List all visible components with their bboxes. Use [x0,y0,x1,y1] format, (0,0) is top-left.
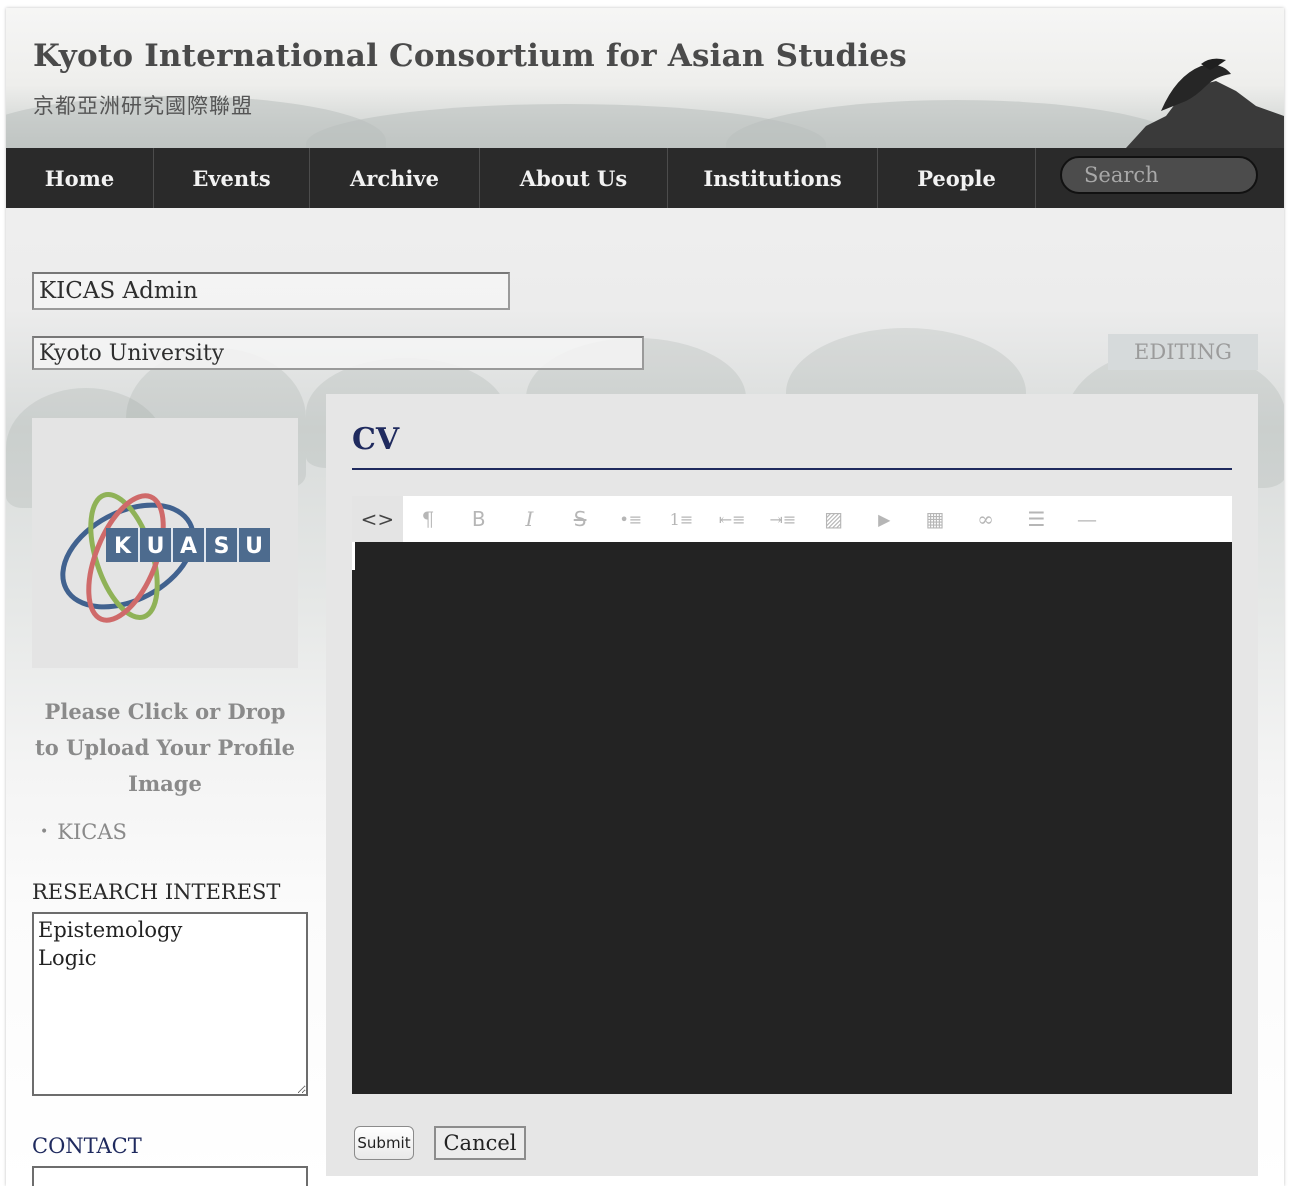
logo-letter: A [180,534,197,559]
paragraph-icon: ¶ [421,507,435,531]
strikethrough-button[interactable]: S [555,496,606,542]
institution-field[interactable] [32,336,644,370]
site-header: Kyoto International Consortium for Asian… [6,8,1284,148]
horizontal-rule-button[interactable]: — [1062,496,1113,542]
main-nav: Home Events Archive About Us Institution… [6,148,1284,208]
bold-button[interactable]: B [453,496,504,542]
italic-icon: I [525,507,534,531]
table-icon: ▦ [925,507,945,531]
nav-home[interactable]: Home [6,148,154,208]
pine-tree-rock-illustration [1126,58,1284,148]
insert-video-button[interactable]: ▶ [859,496,910,542]
research-interest-textarea[interactable]: Epistemology Logic [32,912,308,1096]
site-subtitle: 京都亞洲研究國際聯盟 [33,94,253,118]
logo-letter: U [147,534,165,559]
editor-toolbar: <> ¶ B I S •≡ 1≡ ⇤≡ ⇥≡ ▨ ▶ ▦ ∞ ☰ — [352,496,1232,542]
bulleted-list-icon: •≡ [619,509,643,529]
numbered-list-icon: 1≡ [669,509,694,529]
nav-people[interactable]: People [878,148,1036,208]
nav-events[interactable]: Events [154,148,310,208]
research-interest-label: RESEARCH INTEREST [32,880,281,904]
code-view-icon: <> [360,507,395,531]
insert-table-button[interactable]: ▦ [910,496,961,542]
nav-archive[interactable]: Archive [310,148,480,208]
affiliation-label: KICAS [57,820,127,844]
numbered-list-button[interactable]: 1≡ [656,496,707,542]
name-field[interactable] [32,272,510,310]
code-view-button[interactable]: <> [352,496,403,542]
page: Kyoto International Consortium for Asian… [6,8,1284,1186]
submit-button[interactable]: Submit [354,1126,414,1160]
search-input[interactable] [1060,156,1258,194]
video-icon: ▶ [878,509,891,529]
logo-letter: K [114,534,132,559]
contact-textarea[interactable] [32,1166,308,1186]
insert-link-button[interactable]: ∞ [960,496,1011,542]
italic-button[interactable]: I [504,496,555,542]
cv-divider [352,468,1232,470]
nav-about-us[interactable]: About Us [480,148,668,208]
nav-institutions[interactable]: Institutions [668,148,878,208]
insert-image-button[interactable]: ▨ [808,496,859,542]
strikethrough-icon: S [573,507,587,531]
link-icon: ∞ [977,507,994,531]
logo-letter: S [214,534,230,559]
bullet-icon: • [40,824,49,840]
kuasu-logo: K U A S U [60,492,270,623]
align-button[interactable]: ☰ [1011,496,1062,542]
bold-icon: B [471,507,486,531]
indent-icon: ⇥≡ [769,509,797,529]
outdent-icon: ⇤≡ [718,509,746,529]
site-title: Kyoto International Consortium for Asian… [33,38,907,74]
paragraph-button[interactable]: ¶ [403,496,454,542]
cancel-button[interactable]: Cancel [434,1126,526,1160]
logo-letter: U [245,534,263,559]
outdent-button[interactable]: ⇤≡ [707,496,758,542]
cv-code-editor[interactable] [352,542,1232,1094]
horizontal-rule-icon: — [1076,507,1097,531]
indent-button[interactable]: ⇥≡ [758,496,809,542]
bulleted-list-button[interactable]: •≡ [605,496,656,542]
affiliation-item: • KICAS [40,820,127,844]
image-icon: ▨ [824,507,843,531]
profile-image-dropzone[interactable]: K U A S U [32,418,298,668]
editor-caret [352,542,355,570]
cv-title: CV [352,422,400,457]
align-icon: ☰ [1027,507,1046,531]
contact-label: CONTACT [32,1134,142,1158]
upload-hint: Please Click or Drop to Upload Your Prof… [35,699,295,796]
editing-badge: EDITING [1108,334,1258,370]
cv-panel: CV <> ¶ B I S •≡ 1≡ ⇤≡ ⇥≡ ▨ ▶ ▦ ∞ ☰ — Su… [326,394,1258,1176]
